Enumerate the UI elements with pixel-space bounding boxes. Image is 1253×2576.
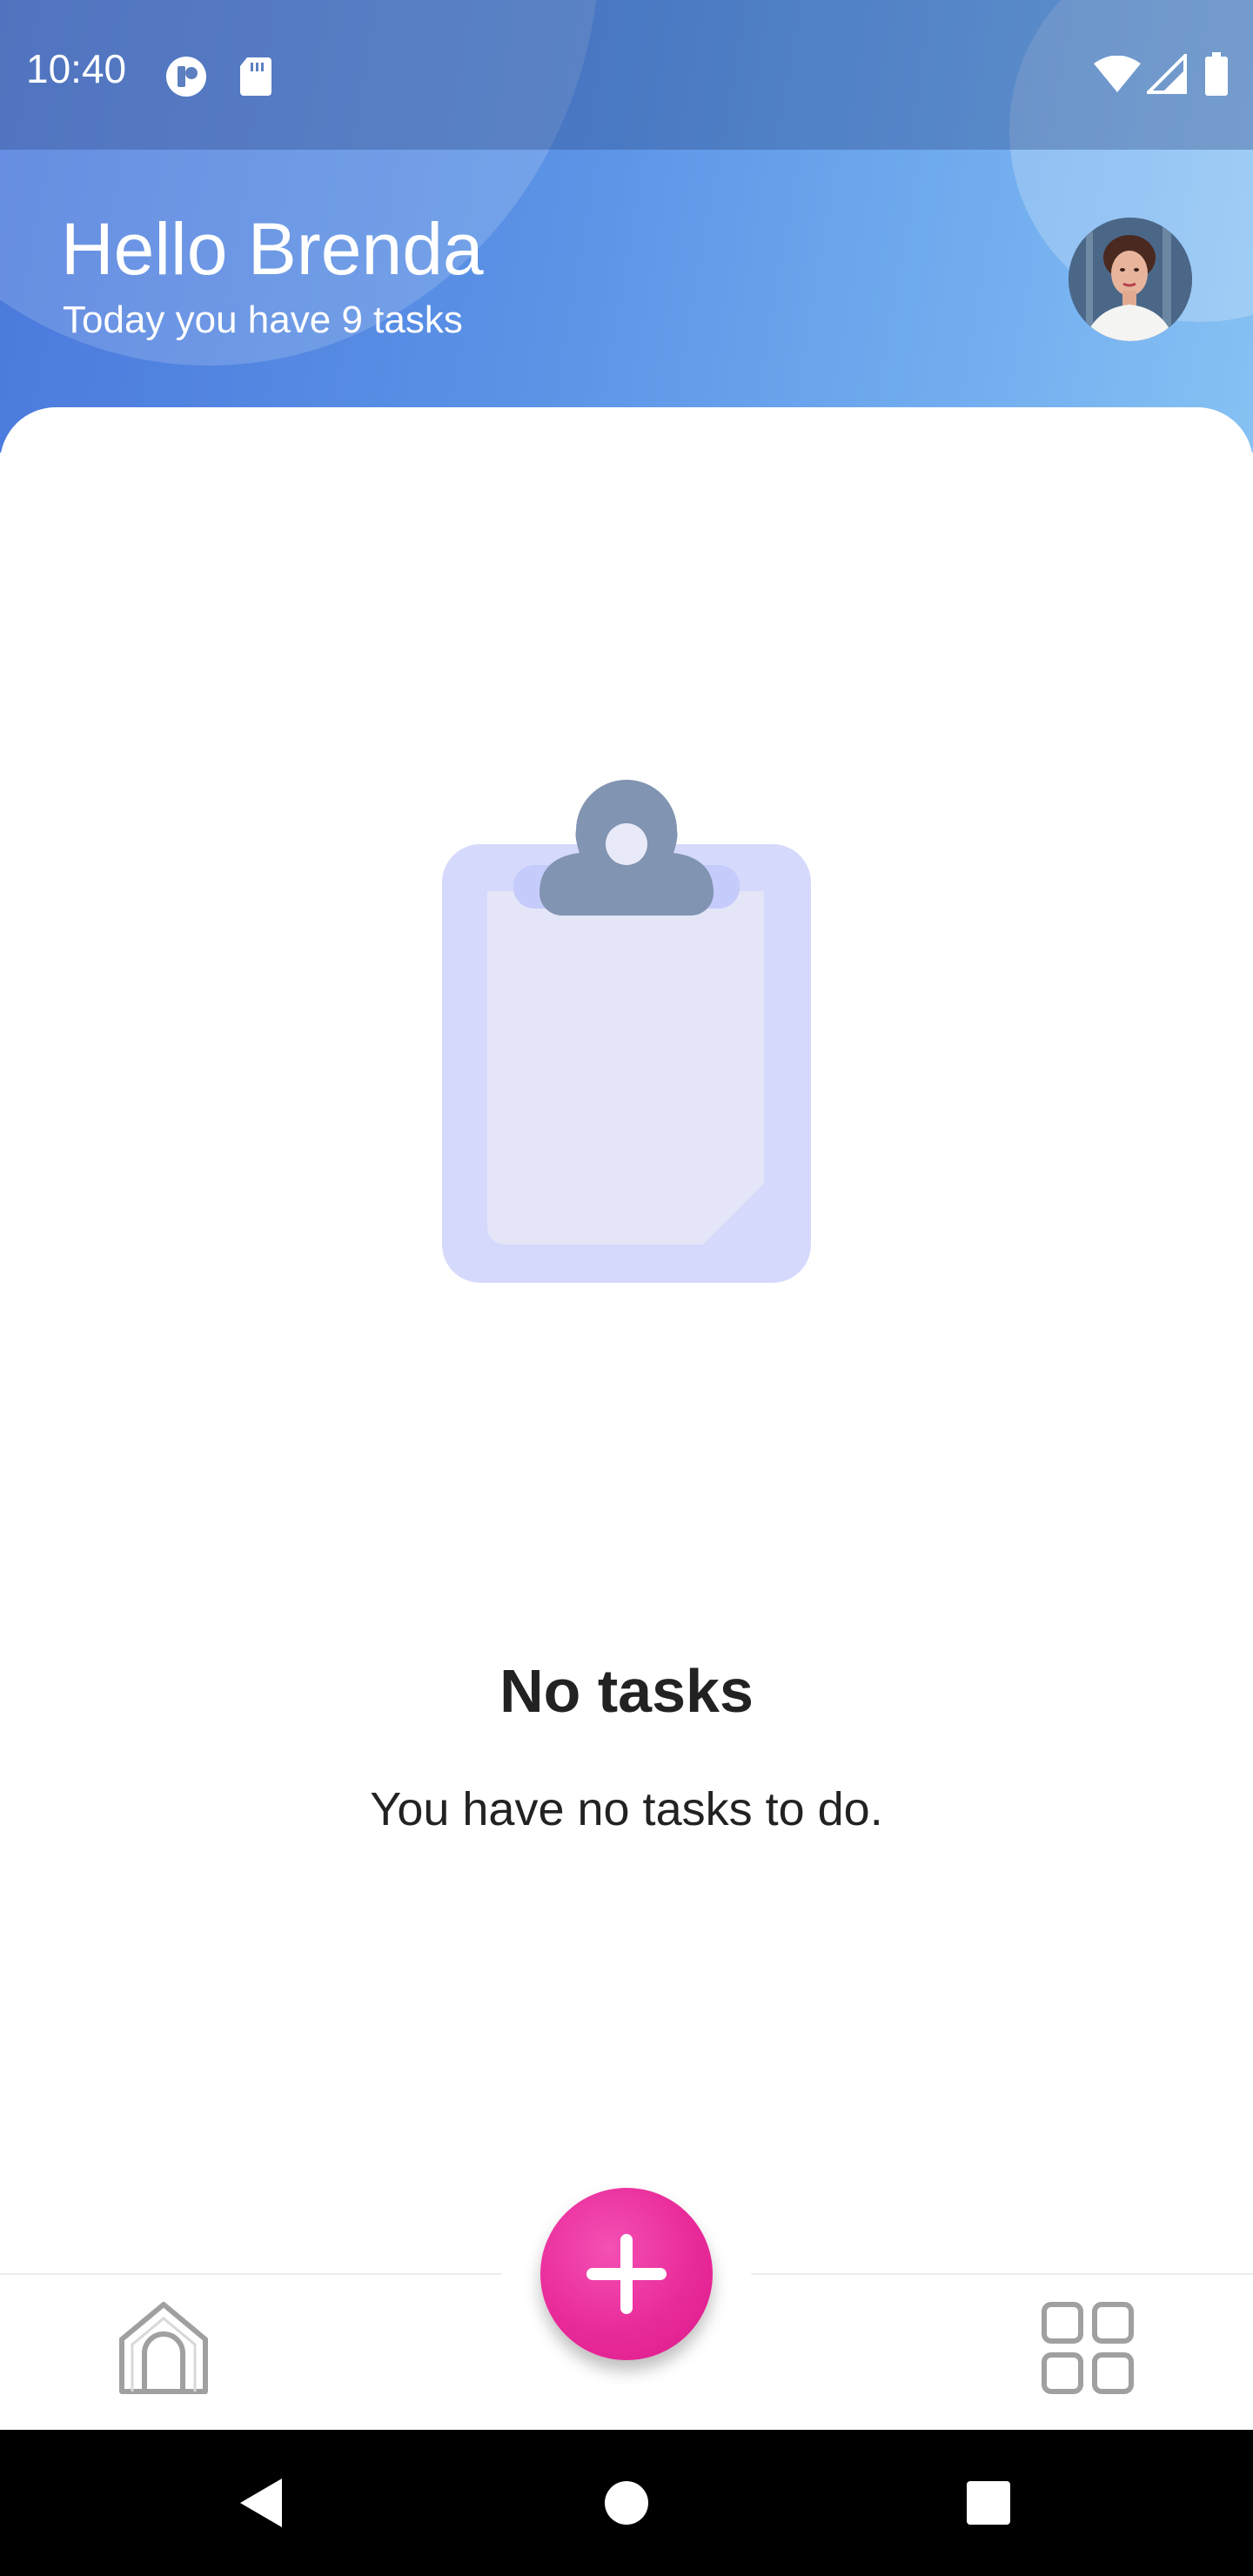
avatar-photo: [1069, 218, 1192, 341]
wifi-icon: [1094, 56, 1141, 92]
greeting-title: Hello Brenda: [61, 208, 484, 290]
empty-state-message: You have no tasks to do.: [370, 1783, 883, 1835]
app-notification-icon: [166, 57, 206, 97]
home-icon[interactable]: [113, 2298, 214, 2398]
status-time: 10:40: [26, 46, 127, 91]
profile-avatar[interactable]: [1069, 218, 1192, 341]
plus-icon: [586, 2234, 667, 2314]
home-circle-icon[interactable]: [604, 2480, 649, 2526]
clipboard-icon: [442, 780, 811, 1283]
back-icon[interactable]: [237, 2475, 285, 2531]
empty-state-title: No tasks: [499, 1657, 754, 1725]
grid-icon[interactable]: [1037, 2298, 1138, 2398]
task-count-subtitle: Today you have 9 tasks: [63, 299, 463, 341]
add-task-button[interactable]: [540, 2188, 713, 2360]
sd-card-icon: [240, 57, 271, 96]
battery-icon: [1205, 52, 1228, 96]
content-card: [0, 407, 1253, 2273]
recents-icon[interactable]: [966, 2480, 1011, 2526]
cellular-signal-icon: [1147, 54, 1187, 94]
